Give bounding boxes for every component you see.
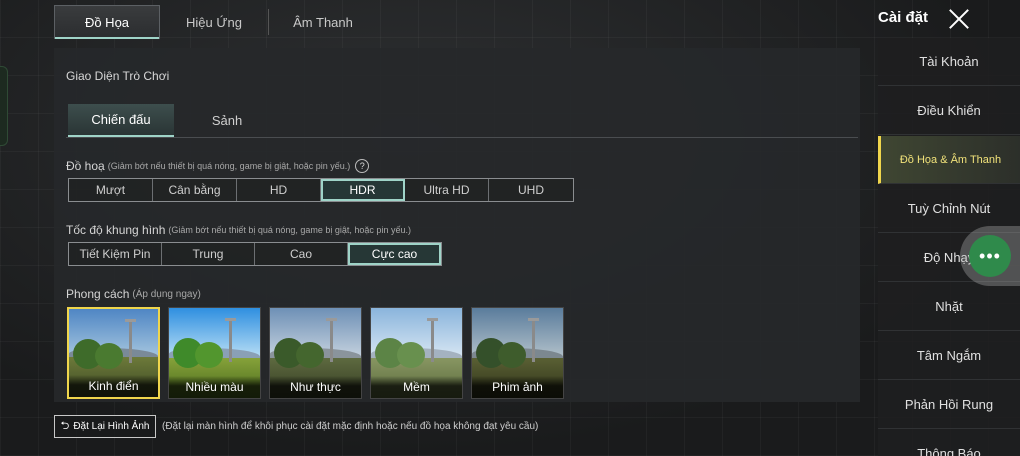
- reset-note: (Đặt lại màn hình để khôi phục cài đặt m…: [162, 421, 539, 432]
- graphics-label-row: Đồ hoạ (Giảm bớt nếu thiết bị quá nóng, …: [66, 159, 370, 173]
- graphics-option-hd[interactable]: HD: [237, 179, 321, 201]
- tab-graphics[interactable]: Đồ Họa: [54, 5, 160, 39]
- style-caption: Nhiều màu: [169, 376, 260, 398]
- reset-graphics-button[interactable]: ⮌ Đặt Lại Hình Ảnh: [54, 415, 156, 438]
- tab-effects[interactable]: Hiệu Ứng: [160, 5, 268, 39]
- sidebar-item-account[interactable]: Tài Khoản: [878, 38, 1020, 86]
- frame-rate-hint: (Giảm bớt nếu thiết bị quá nóng, game bị…: [168, 225, 411, 235]
- style-hint: (Áp dụng ngay): [132, 288, 201, 300]
- sub-tab-combat[interactable]: Chiến đấu: [68, 104, 174, 137]
- style-label-row: Phong cách (Áp dụng ngay): [66, 287, 201, 301]
- graphics-option-smooth[interactable]: Mượt: [69, 179, 153, 201]
- settings-panel: Giao Diện Trò Chơi Chiến đấu Sảnh Đồ hoạ…: [54, 48, 860, 402]
- style-card-cinematic[interactable]: Phim ảnh: [471, 307, 564, 399]
- sidebar-item-crosshair[interactable]: Tâm Ngắm: [878, 332, 1020, 380]
- edge-handle[interactable]: [0, 66, 8, 146]
- frame-rate-option-ultra[interactable]: Cực cao: [348, 243, 441, 265]
- sidebar-item-notifications[interactable]: Thông Báo: [878, 430, 1020, 456]
- style-caption: Mềm: [371, 376, 462, 398]
- tab-sound[interactable]: Âm Thanh: [269, 5, 377, 39]
- sidebar-item-graphics-audio[interactable]: Đồ Họa & Âm Thanh: [878, 136, 1020, 184]
- more-icon[interactable]: •••: [969, 235, 1011, 277]
- close-icon[interactable]: [946, 6, 972, 32]
- frame-rate-option-medium[interactable]: Trung: [162, 243, 255, 265]
- graphics-selector: Mượt Cân bằng HD HDR Ultra HD UHD: [68, 178, 574, 202]
- graphics-hint: (Giảm bớt nếu thiết bị quá nóng, game bị…: [107, 161, 351, 171]
- style-label: Phong cách: [66, 287, 130, 301]
- sub-tab-lobby[interactable]: Sảnh: [174, 104, 280, 137]
- sidebar-item-pickup[interactable]: Nhặt: [878, 283, 1020, 331]
- section-title: Giao Diện Trò Chơi: [66, 69, 170, 83]
- style-caption: Như thực: [270, 376, 361, 398]
- sidebar-item-controls[interactable]: Điều Khiển: [878, 87, 1020, 135]
- reset-label: Đặt Lại Hình Ảnh: [73, 421, 150, 432]
- graphics-option-ultra-hd[interactable]: Ultra HD: [405, 179, 489, 201]
- page-title: Cài đặt: [877, 9, 928, 26]
- sub-tabs: Chiến đấu Sảnh: [66, 104, 858, 138]
- style-options: Kinh điển Nhiều màu Như thực Mềm Phim ản…: [67, 307, 564, 399]
- style-card-realistic[interactable]: Như thực: [269, 307, 362, 399]
- frame-rate-option-high[interactable]: Cao: [255, 243, 348, 265]
- top-tabs: Đồ Họa Hiệu Ứng Âm Thanh: [54, 5, 377, 39]
- style-caption: Phim ảnh: [472, 376, 563, 398]
- graphics-option-hdr[interactable]: HDR: [321, 179, 405, 201]
- style-card-classic[interactable]: Kinh điển: [67, 307, 160, 399]
- frame-rate-label-row: Tốc độ khung hình (Giảm bớt nếu thiết bị…: [66, 223, 411, 237]
- graphics-label: Đồ hoạ: [66, 159, 105, 173]
- style-card-colorful[interactable]: Nhiều màu: [168, 307, 261, 399]
- frame-rate-selector: Tiết Kiệm Pin Trung Cao Cực cao: [68, 242, 442, 266]
- frame-rate-label: Tốc độ khung hình: [66, 223, 166, 237]
- graphics-option-balanced[interactable]: Cân bằng: [153, 179, 237, 201]
- graphics-option-uhd[interactable]: UHD: [489, 179, 573, 201]
- sidebar-item-vibration[interactable]: Phản Hồi Rung: [878, 381, 1020, 429]
- frame-rate-option-battery-saver[interactable]: Tiết Kiệm Pin: [69, 243, 162, 265]
- reset-icon: ⮌: [60, 420, 70, 432]
- help-icon[interactable]: ?: [355, 159, 370, 173]
- style-card-soft[interactable]: Mềm: [370, 307, 463, 399]
- style-caption: Kinh điển: [69, 375, 158, 397]
- floating-menu: •••: [960, 226, 1020, 286]
